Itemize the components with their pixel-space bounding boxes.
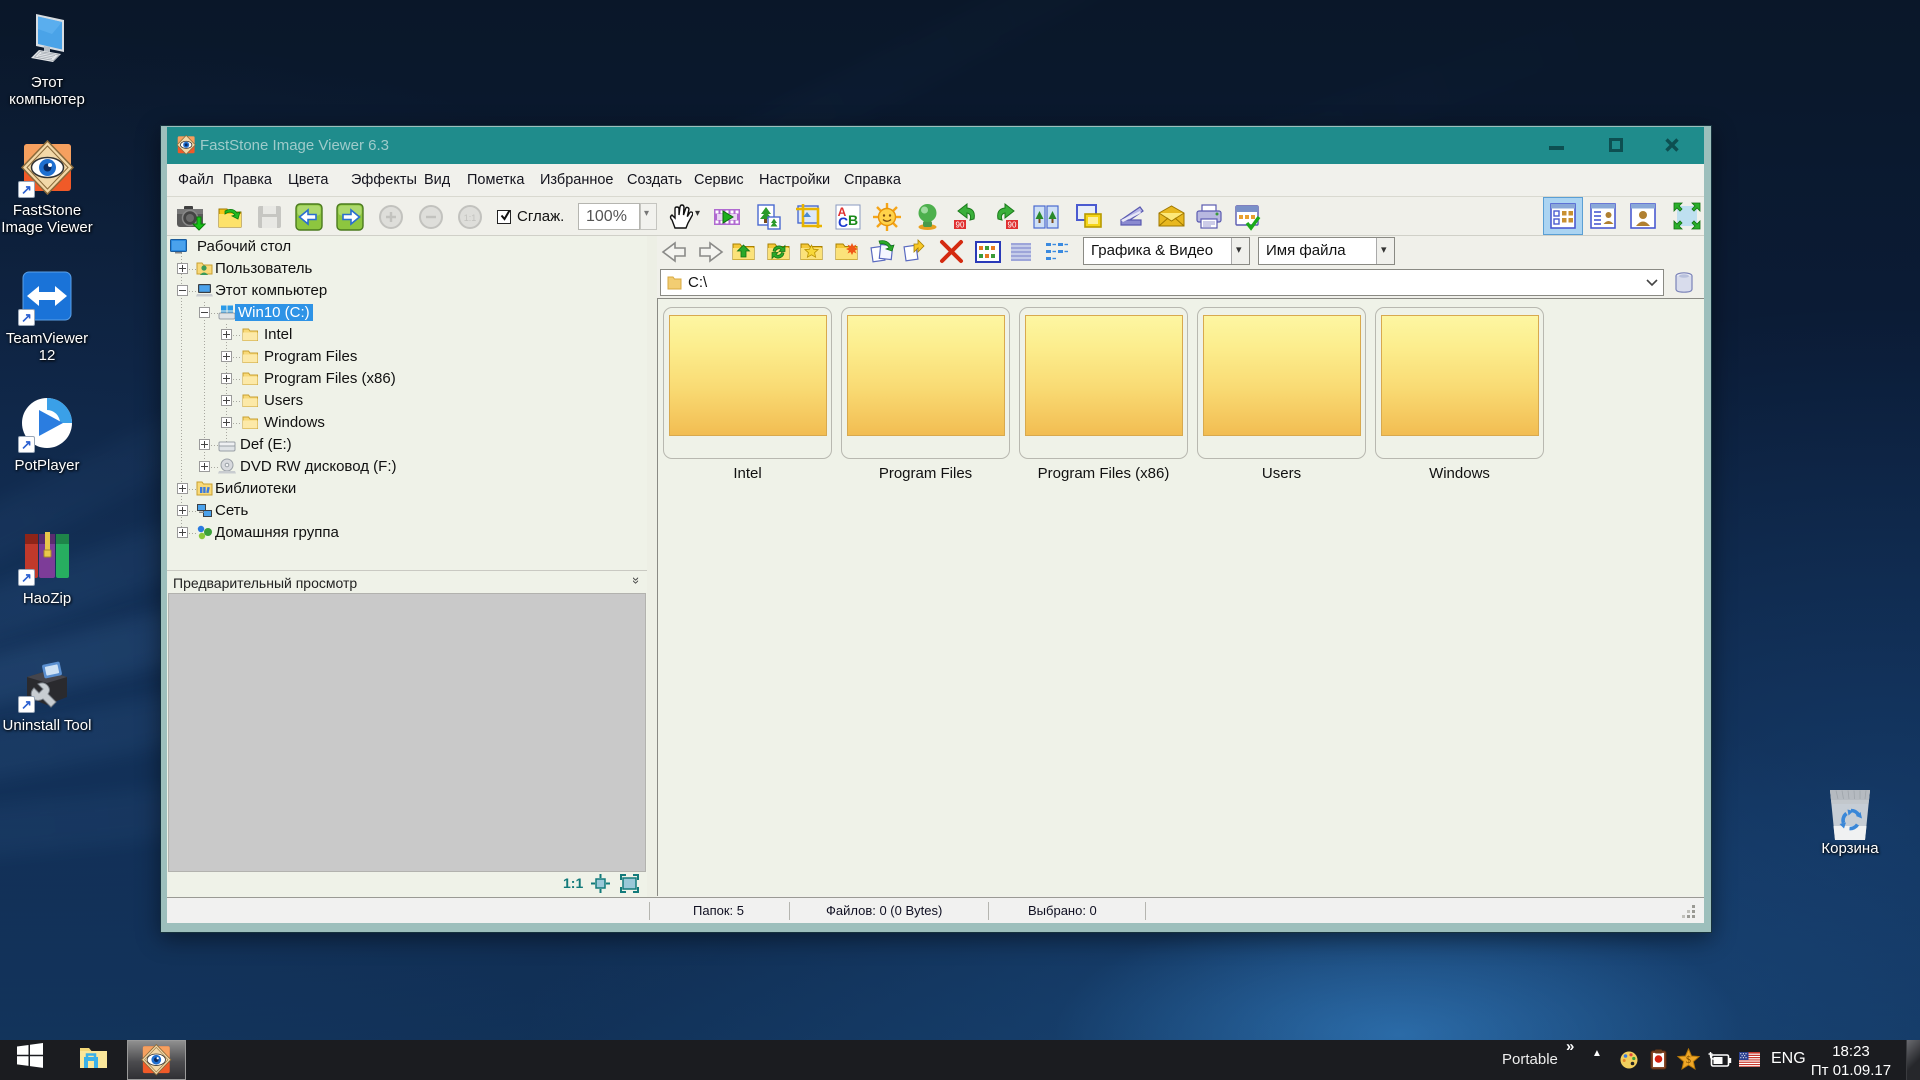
svg-text:90: 90 — [956, 221, 965, 230]
svg-text:C: C — [838, 214, 848, 230]
svg-text:90: 90 — [1008, 221, 1017, 230]
svg-text:B: B — [848, 212, 858, 228]
svg-text:$: $ — [1686, 1055, 1691, 1066]
svg-text:1:1: 1:1 — [464, 213, 477, 223]
